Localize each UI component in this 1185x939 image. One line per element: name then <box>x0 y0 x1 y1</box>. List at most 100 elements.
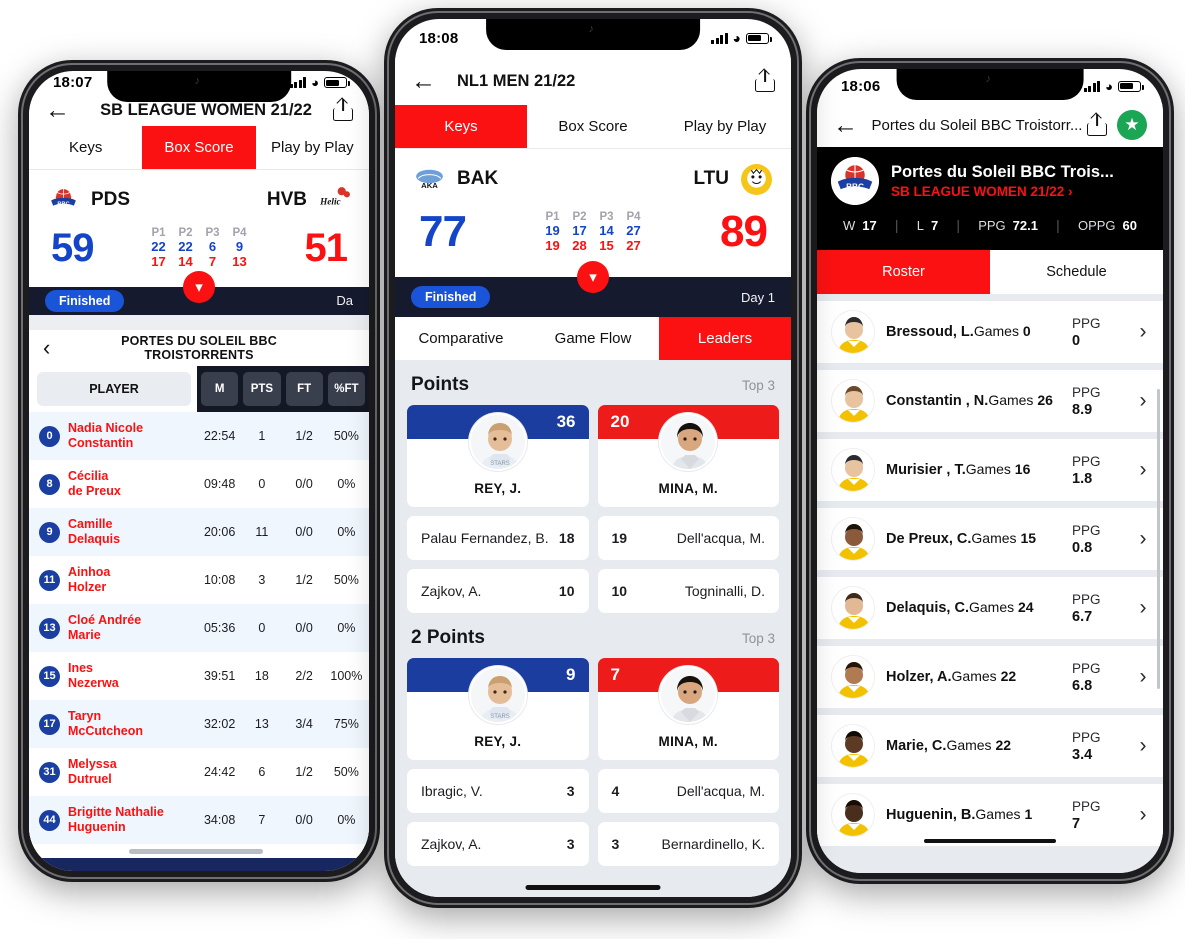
chevron-down-icon[interactable]: ▾ <box>577 261 609 293</box>
tab-box-score[interactable]: Box Score <box>527 105 659 148</box>
chevron-right-icon[interactable]: › <box>1135 596 1151 620</box>
team-league-link[interactable]: SB LEAGUE WOMEN 21/22 › <box>891 184 1114 199</box>
table-row[interactable]: 11 Ainhoa Holzer 10:08 3 1/2 50% <box>29 556 369 605</box>
tab-comparative[interactable]: Comparative <box>395 317 527 360</box>
battery-icon <box>746 32 772 44</box>
tab-leaders[interactable]: Leaders <box>659 317 791 360</box>
share-icon[interactable] <box>333 99 353 122</box>
wifi-icon: ◕ <box>1105 78 1113 94</box>
leader-value: 3 <box>611 836 620 852</box>
player-games: Games 26 <box>988 392 1053 408</box>
table-row[interactable]: 44 Brigitte Nathalie Huguenin 34:08 7 0/0 0% <box>29 796 369 845</box>
leader-row-home[interactable]: Zajkov, A. 3 <box>407 822 589 866</box>
jersey-number: 8 <box>39 473 60 495</box>
stat-cells: 05:36 0 0/0 0% <box>197 604 369 652</box>
stat-header-ft[interactable]: FT <box>285 372 323 407</box>
tab-play-by-play[interactable]: Play by Play <box>659 105 791 148</box>
list-item[interactable]: Bressoud, L.Games 0 PPG 0 › <box>817 301 1163 363</box>
list-item[interactable]: Murisier , T.Games 16 PPG 1.8 › <box>817 439 1163 501</box>
stat-cells: 09:48 0 0/0 0% <box>197 460 369 508</box>
list-item[interactable]: De Preux, C.Games 15 PPG 0.8 › <box>817 508 1163 570</box>
tab-roster[interactable]: Roster <box>817 250 990 294</box>
table-row[interactable]: 15 Ines Nezerwa 39:51 18 2/2 100% <box>29 652 369 701</box>
stat-header-pts[interactable]: PTS <box>243 372 281 407</box>
chevron-right-icon[interactable]: › <box>1135 389 1151 413</box>
player-games: Games 24 <box>969 599 1034 615</box>
tab-game-flow[interactable]: Game Flow <box>527 317 659 360</box>
section-top-label: Top 3 <box>741 631 775 646</box>
tab-keys[interactable]: Keys <box>395 105 527 148</box>
leader-row-away[interactable]: 4 Dell'acqua, M. <box>597 769 779 813</box>
status-bar: 18:06 ◕ <box>817 69 1163 103</box>
chevron-right-icon[interactable]: › <box>1135 458 1151 482</box>
period-value: 14 <box>178 254 193 270</box>
home-indicator <box>525 885 661 890</box>
leader-row-away[interactable]: 19 Dell'acqua, M. <box>597 516 779 560</box>
share-icon[interactable] <box>1087 114 1107 136</box>
chevron-left-icon[interactable]: ‹ <box>43 335 71 361</box>
tab-play-by-play[interactable]: Play by Play <box>256 126 369 169</box>
period-value: 6 <box>208 239 217 255</box>
horizontal-scrollbar[interactable] <box>29 844 369 859</box>
list-item[interactable]: Huguenin, B.Games 1 PPG 7 › <box>817 784 1163 846</box>
table-row[interactable]: 9 Camille Delaquis 20:06 11 0/0 0% <box>29 508 369 557</box>
list-item[interactable]: Holzer, A.Games 22 PPG 6.8 › <box>817 646 1163 708</box>
chevron-right-icon[interactable]: › <box>1135 803 1151 827</box>
ppg-value: 6.8 <box>1072 677 1093 694</box>
table-row[interactable]: 8 Cécilia de Preux 09:48 0 0/0 0% <box>29 460 369 509</box>
section-title: Points <box>411 374 470 395</box>
back-arrow-icon[interactable]: ← <box>833 112 867 138</box>
back-arrow-icon[interactable]: ← <box>45 97 79 123</box>
team-row: AKA BAK LTU <box>395 157 791 201</box>
player-avatar <box>831 310 875 354</box>
ppg-value: 7 <box>1072 815 1081 832</box>
table-row[interactable]: 17 Taryn McCutcheon 32:02 13 3/4 75% <box>29 700 369 749</box>
stat-header-m[interactable]: M <box>201 372 239 407</box>
chevron-down-icon[interactable]: ▾ <box>183 270 215 303</box>
stat-header-ftpct[interactable]: %FT <box>327 372 365 407</box>
chevron-right-icon[interactable]: › <box>1135 527 1151 551</box>
page-title: NL1 MEN 21/22 <box>457 71 576 90</box>
stat-value: 0/0 <box>295 477 313 492</box>
share-icon[interactable] <box>755 70 775 92</box>
leader-row-away[interactable]: 3 Bernardinello, K. <box>597 822 779 866</box>
leader-card-home[interactable]: 36 STARS REY, J. <box>407 405 589 507</box>
ppg-value: 8.9 <box>1072 401 1093 418</box>
jersey-number: 15 <box>39 665 60 687</box>
chevron-right-icon[interactable]: › <box>1135 320 1151 344</box>
leader-row-away[interactable]: 10 Togninalli, D. <box>597 569 779 613</box>
list-item[interactable]: Delaquis, C.Games 24 PPG 6.7 › <box>817 577 1163 639</box>
footer-bar <box>29 858 369 871</box>
status-bar: 18:07 ◕ <box>29 71 369 95</box>
leader-row-pair: Palau Fernandez, B. 18 19 Dell'acqua, M. <box>395 507 791 560</box>
sub-tab-bar: Comparative Game Flow Leaders <box>395 317 791 360</box>
leader-card-away[interactable]: 20 MINA, M. <box>597 405 779 507</box>
vertical-scrollbar[interactable] <box>1157 389 1160 689</box>
leader-row-home[interactable]: Zajkov, A. 10 <box>407 569 589 613</box>
period-label: P1 <box>545 211 560 223</box>
tab-box-score[interactable]: Box Score <box>142 125 256 169</box>
ppg-label: PPG <box>1072 729 1101 745</box>
list-item[interactable]: Constantin , N.Games 26 PPG 8.9 › <box>817 370 1163 432</box>
section-top-label: Top 3 <box>741 378 775 393</box>
table-row[interactable]: 31 Melyssa Dutruel 24:42 6 1/2 50% <box>29 748 369 797</box>
list-item[interactable]: Marie, C.Games 22 PPG 3.4 › <box>817 715 1163 777</box>
player-name: Nadia Nicole Constantin <box>68 420 144 451</box>
player-cell: 13 Cloé Andrée Marie <box>29 604 197 652</box>
chevron-right-icon[interactable]: › <box>1135 734 1151 758</box>
star-icon[interactable]: ★ <box>1117 110 1147 140</box>
tab-keys[interactable]: Keys <box>29 126 142 169</box>
leader-card-away[interactable]: 7 MINA, M. <box>597 658 779 760</box>
leader-row-home[interactable]: Ibragic, V. 3 <box>407 769 589 813</box>
back-arrow-icon[interactable]: ← <box>411 68 445 94</box>
page-title: Portes du Soleil BBC Troistorr... <box>871 116 1083 134</box>
leader-row-home[interactable]: Palau Fernandez, B. 18 <box>407 516 589 560</box>
stat-value: 32:02 <box>203 717 236 732</box>
divider: | <box>956 217 961 233</box>
leader-card-home[interactable]: 9 STARS REY, J. <box>407 658 589 760</box>
stat-cells: 34:08 7 0/0 0% <box>197 796 369 844</box>
table-row[interactable]: 0 Nadia Nicole Constantin 22:54 1 1/2 50% <box>29 412 369 461</box>
table-row[interactable]: 13 Cloé Andrée Marie 05:36 0 0/0 0% <box>29 604 369 653</box>
chevron-right-icon[interactable]: › <box>1135 665 1151 689</box>
tab-schedule[interactable]: Schedule <box>990 250 1163 294</box>
